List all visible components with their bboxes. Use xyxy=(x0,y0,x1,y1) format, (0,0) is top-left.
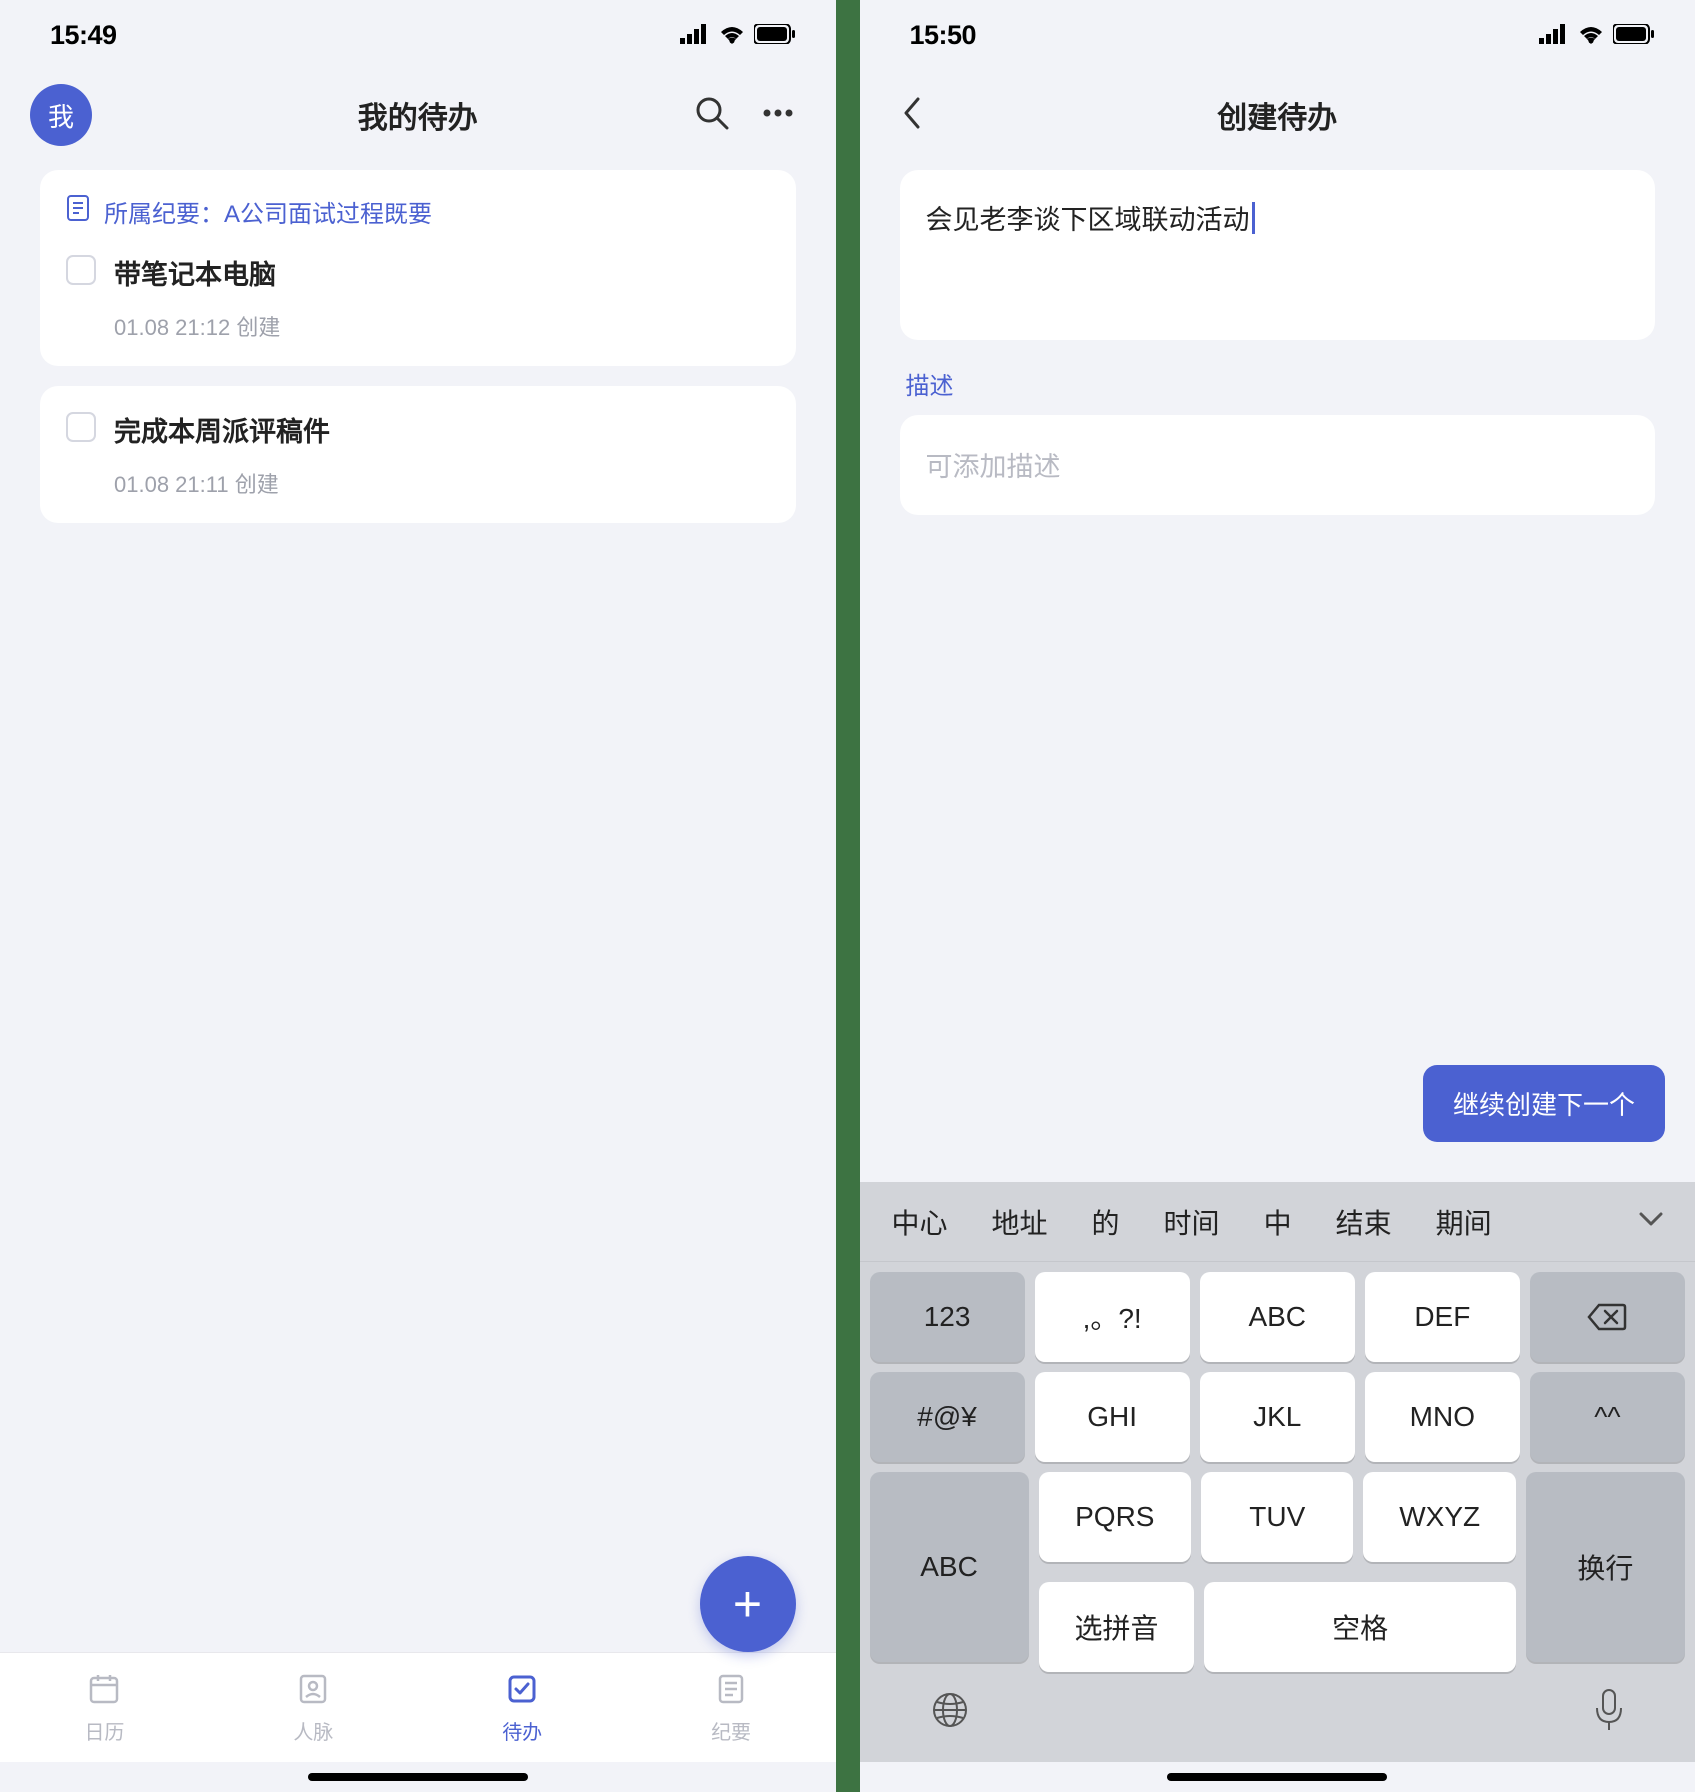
linked-note[interactable]: 所属纪要：A公司面试过程既要 xyxy=(66,194,770,229)
page-title: 创建待办 xyxy=(860,93,1695,137)
status-time: 15:49 xyxy=(50,20,117,51)
description-placeholder: 可添加描述 xyxy=(926,452,1061,482)
todo-icon xyxy=(504,1671,540,1712)
signal-icon xyxy=(1539,20,1569,51)
signal-icon xyxy=(680,20,710,51)
add-button[interactable]: + xyxy=(700,1556,796,1652)
text-cursor xyxy=(1252,202,1255,234)
home-indicator[interactable] xyxy=(0,1762,836,1792)
header: 创建待办 xyxy=(860,70,1695,160)
todo-meta: 01.08 21:12 创建 xyxy=(114,310,770,342)
nav-notes[interactable]: 纪要 xyxy=(627,1653,836,1762)
key-pinyin[interactable]: 选拼音 xyxy=(1039,1582,1195,1672)
linked-note-label: 所属纪要：A公司面试过程既要 xyxy=(104,194,432,229)
status-icons xyxy=(680,20,796,51)
suggestion[interactable]: 地址 xyxy=(970,1202,1070,1242)
nav-calendar[interactable]: 日历 xyxy=(0,1653,209,1762)
bottom-nav: 日历 人脉 待办 纪要 xyxy=(0,1652,836,1762)
plus-icon: + xyxy=(733,1575,762,1633)
key-punct[interactable]: ,。?! xyxy=(1035,1272,1190,1362)
nav-contacts[interactable]: 人脉 xyxy=(209,1653,418,1762)
key-space[interactable]: 空格 xyxy=(1204,1582,1516,1672)
key-symbols[interactable]: #@¥ xyxy=(870,1372,1025,1462)
key-backspace[interactable] xyxy=(1530,1272,1685,1362)
description-label: 描述 xyxy=(906,366,1650,401)
nav-label: 纪要 xyxy=(711,1716,751,1745)
mic-icon[interactable] xyxy=(1593,1688,1625,1737)
wifi-icon xyxy=(718,20,746,51)
phone-screen-create-todo: 15:50 创建待办 会见老李谈下区域联动活动 描述 可添加描述 继续创建下一个… xyxy=(860,0,1695,1792)
suggestion[interactable]: 的 xyxy=(1070,1202,1142,1242)
key-def[interactable]: DEF xyxy=(1365,1272,1520,1362)
status-time: 15:50 xyxy=(910,20,977,51)
key-tuv[interactable]: TUV xyxy=(1201,1472,1353,1562)
header: 我 我的待办 xyxy=(0,70,836,160)
suggestion[interactable]: 结束 xyxy=(1314,1202,1414,1242)
continue-button[interactable]: 继续创建下一个 xyxy=(1423,1065,1665,1142)
status-icons xyxy=(1539,20,1655,51)
todo-text: 完成本周派评稿件 xyxy=(114,410,770,449)
title-value: 会见老李谈下区域联动活动 xyxy=(926,198,1250,237)
key-mno[interactable]: MNO xyxy=(1365,1372,1520,1462)
todo-list: 所属纪要：A公司面试过程既要 带笔记本电脑 01.08 21:12 创建 完成本… xyxy=(0,160,836,1652)
key-ghi[interactable]: GHI xyxy=(1035,1372,1190,1462)
checkbox[interactable] xyxy=(66,255,96,285)
wifi-icon xyxy=(1577,20,1605,51)
suggestion[interactable]: 中心 xyxy=(870,1202,970,1242)
battery-icon xyxy=(1613,20,1655,51)
keyboard: 中心 地址 的 时间 中 结束 期间 123 ,。?! ABC DEF #@¥ … xyxy=(860,1182,1695,1762)
todo-card[interactable]: 完成本周派评稿件 01.08 21:11 创建 xyxy=(40,386,796,523)
status-bar: 15:49 xyxy=(0,0,836,70)
nav-label: 待办 xyxy=(502,1716,542,1745)
suggestion[interactable]: 期间 xyxy=(1414,1202,1514,1242)
checkbox[interactable] xyxy=(66,412,96,442)
search-icon[interactable] xyxy=(694,95,730,136)
back-button[interactable] xyxy=(890,85,934,146)
title-input[interactable]: 会见老李谈下区域联动活动 xyxy=(900,170,1656,340)
key-abc-mode[interactable]: ABC xyxy=(870,1472,1029,1662)
more-icon[interactable] xyxy=(760,95,796,136)
key-abc[interactable]: ABC xyxy=(1200,1272,1355,1362)
calendar-icon xyxy=(86,1671,122,1712)
expand-suggestions-icon[interactable] xyxy=(1617,1210,1685,1233)
key-jkl[interactable]: JKL xyxy=(1200,1372,1355,1462)
todo-meta: 01.08 21:11 创建 xyxy=(114,467,770,499)
key-pqrs[interactable]: PQRS xyxy=(1039,1472,1191,1562)
home-indicator[interactable] xyxy=(860,1762,1695,1792)
avatar[interactable]: 我 xyxy=(30,84,92,146)
nav-label: 日历 xyxy=(84,1716,124,1745)
notes-icon xyxy=(713,1671,749,1712)
nav-label: 人脉 xyxy=(293,1716,333,1745)
description-input[interactable]: 可添加描述 xyxy=(900,415,1656,515)
create-form: 会见老李谈下区域联动活动 描述 可添加描述 继续创建下一个 xyxy=(860,160,1695,1182)
status-bar: 15:50 xyxy=(860,0,1695,70)
phone-screen-todo-list: 15:49 我 我的待办 所属纪要：A公司面试过程既要 带笔记本电脑 01.08… xyxy=(0,0,836,1792)
key-emoji[interactable]: ^^ xyxy=(1530,1372,1685,1462)
todo-text: 带笔记本电脑 xyxy=(114,253,770,292)
todo-card[interactable]: 所属纪要：A公司面试过程既要 带笔记本电脑 01.08 21:12 创建 xyxy=(40,170,796,366)
key-123[interactable]: 123 xyxy=(870,1272,1025,1362)
globe-icon[interactable] xyxy=(930,1690,970,1735)
suggestion-bar: 中心 地址 的 时间 中 结束 期间 xyxy=(860,1182,1695,1262)
key-enter[interactable]: 换行 xyxy=(1526,1472,1685,1662)
battery-icon xyxy=(754,20,796,51)
document-icon xyxy=(66,194,90,229)
contacts-icon xyxy=(295,1671,331,1712)
suggestion[interactable]: 中 xyxy=(1242,1202,1314,1242)
key-wxyz[interactable]: WXYZ xyxy=(1363,1472,1515,1562)
suggestion[interactable]: 时间 xyxy=(1142,1202,1242,1242)
nav-todo[interactable]: 待办 xyxy=(418,1653,627,1762)
